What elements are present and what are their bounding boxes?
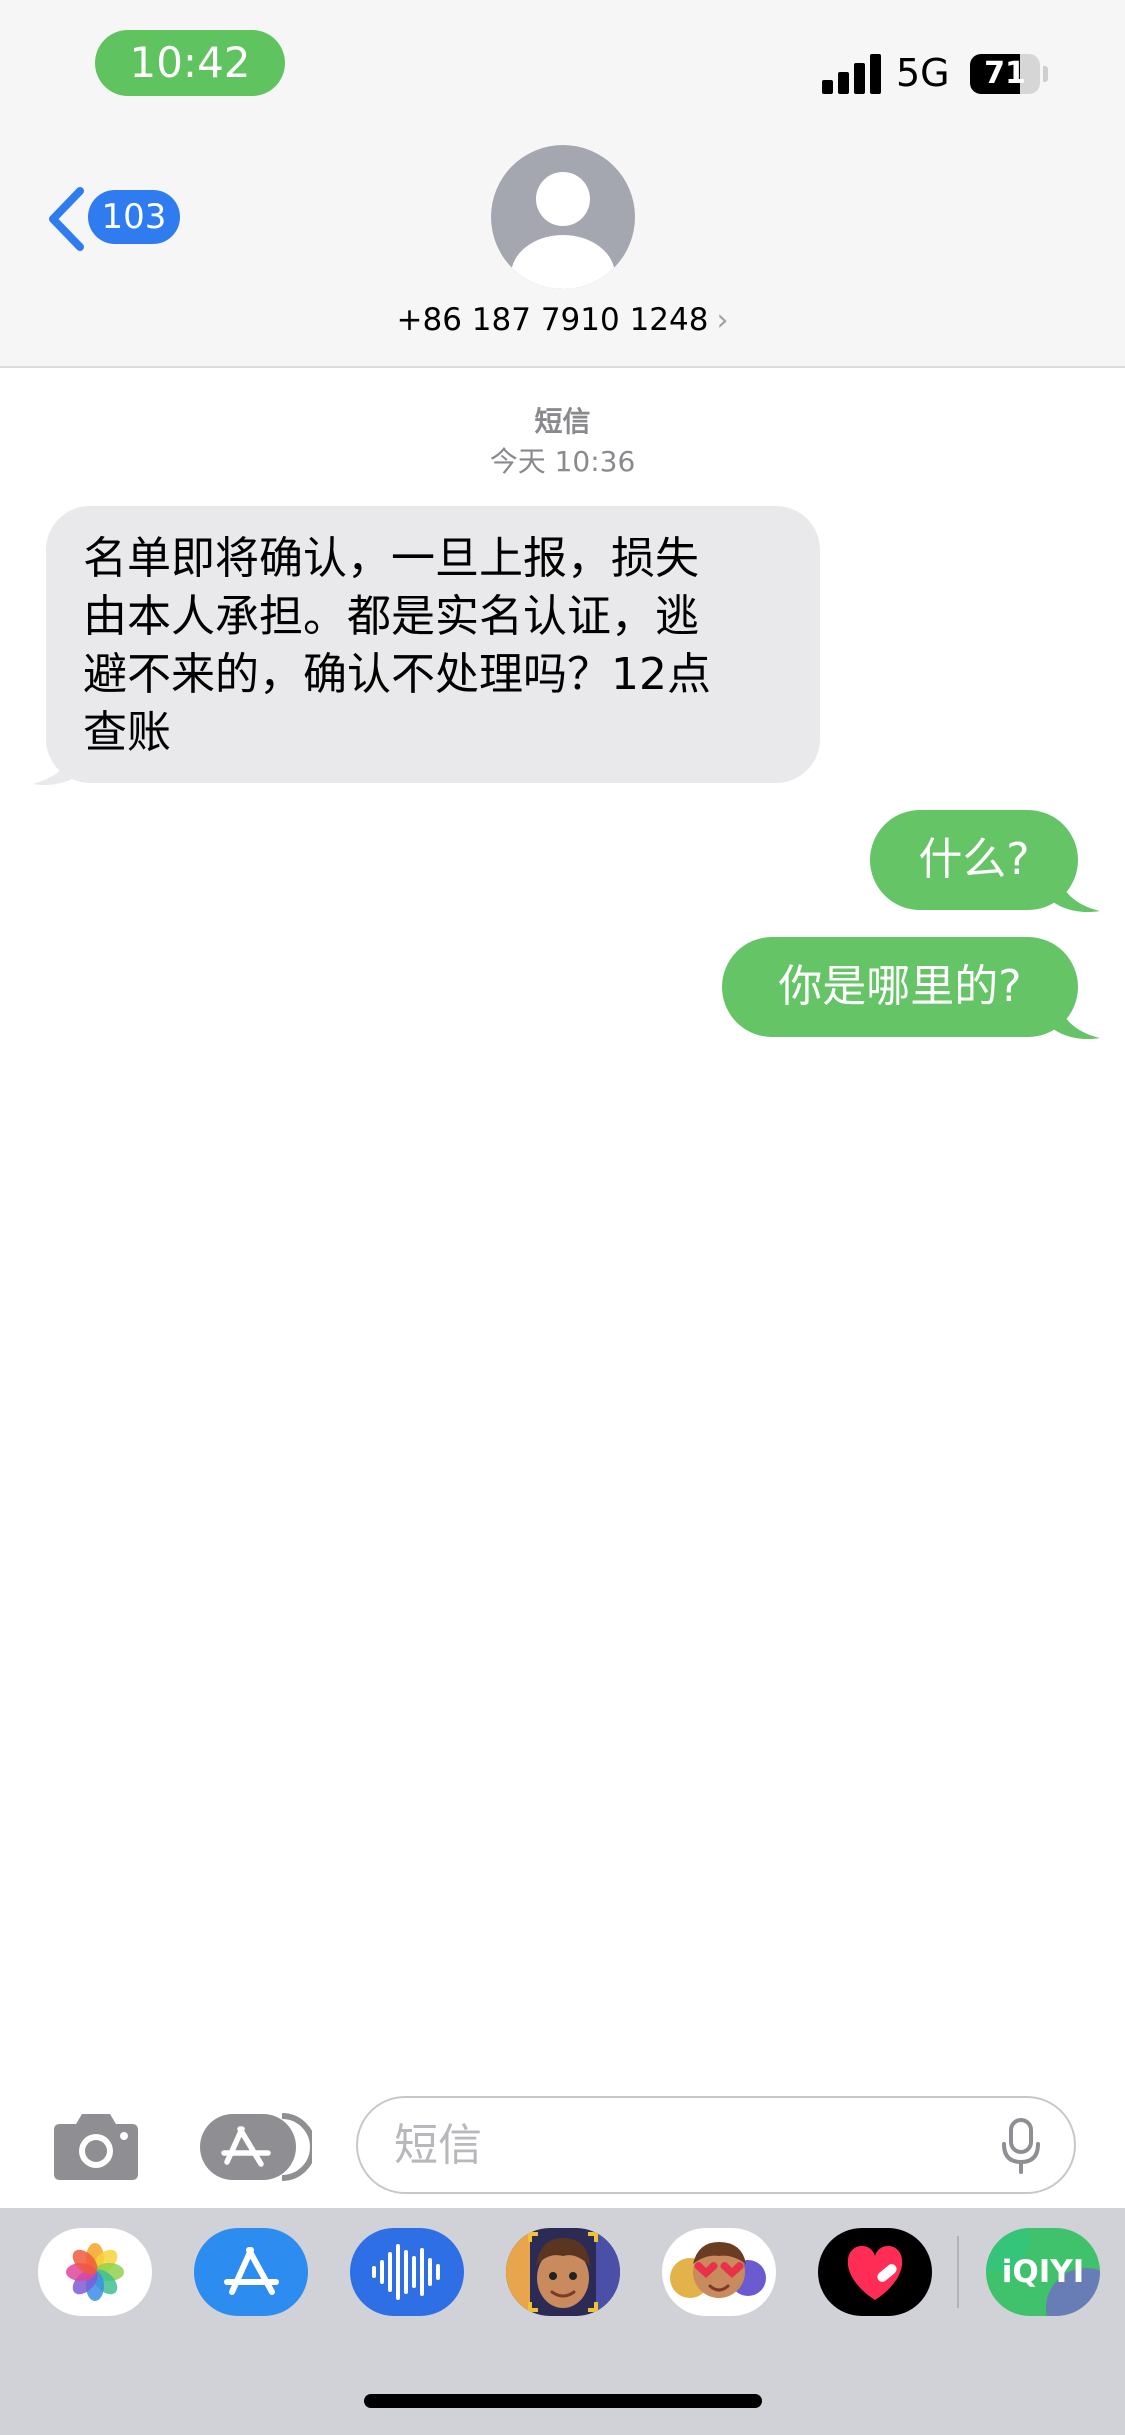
microphone-icon[interactable] — [1000, 2118, 1042, 2174]
iqiyi-logo-text: iQIYI — [1001, 2254, 1085, 2290]
incoming-message-bubble[interactable]: 名单即将确认，一旦上报，损失 由本人承担。都是实名认证，逃 避不来的，确认不处理… — [46, 506, 820, 783]
outgoing-message-bubble[interactable]: 你是哪里的? — [722, 937, 1078, 1037]
status-time[interactable]: 10:42 — [95, 30, 285, 96]
app-store-icon — [224, 2247, 279, 2295]
camera-icon[interactable] — [52, 2108, 140, 2182]
battery-level: 71 — [984, 56, 1026, 91]
message-line: 查账 — [83, 707, 171, 758]
memoji-stickers-app-button[interactable] — [662, 2228, 776, 2316]
photos-app-button[interactable] — [38, 2228, 152, 2316]
chevron-left-icon[interactable] — [46, 186, 86, 252]
service-label: 短信 — [534, 405, 591, 438]
memoji-stickers-icon — [670, 2242, 766, 2298]
battery-icon: 71 — [970, 54, 1040, 94]
person-silhouette-icon — [511, 172, 615, 289]
contact-number-text: +86 187 7910 1248 — [396, 302, 709, 338]
incoming-bubble-tail — [32, 740, 88, 786]
message-line: 避不来的，确认不处理吗？12点 — [83, 649, 711, 700]
memoji-face-icon — [506, 2228, 620, 2316]
heart-icon — [847, 2246, 903, 2300]
contact-number[interactable]: +86 187 7910 1248 › — [0, 298, 1125, 343]
cellular-signal-icon — [822, 52, 882, 94]
message-input[interactable] — [356, 2096, 1076, 2194]
digital-touch-app-button[interactable] — [818, 2228, 932, 2316]
outgoing-bubble-tail — [1044, 867, 1100, 913]
audio-app-button[interactable] — [350, 2228, 464, 2316]
message-line: 由本人承担。都是实名认证，逃 — [83, 591, 699, 642]
message-line: 名单即将确认，一旦上报，损失 — [83, 533, 699, 584]
avatar[interactable] — [491, 145, 635, 289]
back-unread-count[interactable]: 103 — [88, 190, 180, 244]
app-store-app-button[interactable] — [194, 2228, 308, 2316]
chevron-right-icon: › — [716, 303, 729, 338]
memoji-app-button[interactable] — [506, 2228, 620, 2316]
message-timestamp: 今天 10:36 — [489, 445, 636, 478]
outgoing-bubble-tail — [1044, 994, 1100, 1040]
drawer-divider — [957, 2236, 959, 2308]
home-indicator[interactable] — [364, 2394, 762, 2408]
audio-waveform-icon — [372, 2244, 440, 2300]
iqiyi-app-button[interactable]: iQIYI — [986, 2228, 1100, 2316]
battery-cap — [1043, 66, 1048, 82]
network-type: 5G — [896, 51, 950, 95]
app-store-icon[interactable] — [198, 2112, 312, 2182]
conversation-header: 10:42 5G 71 103 +86 187 7910 1248 › — [0, 0, 1125, 368]
photos-flower-icon — [66, 2243, 124, 2301]
